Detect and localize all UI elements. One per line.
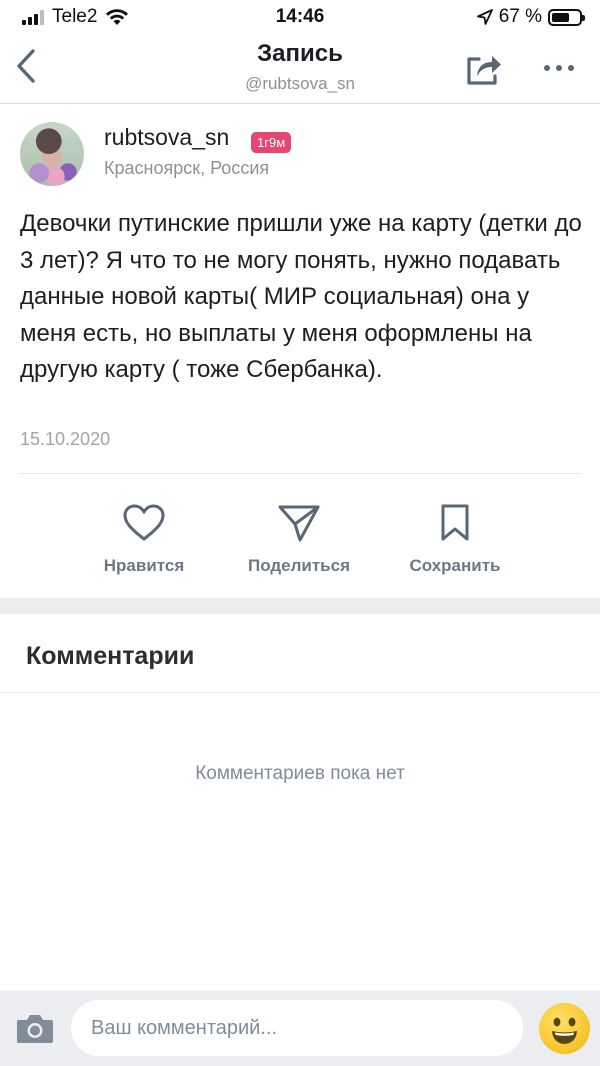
camera-icon [17,1015,53,1043]
section-separator [0,598,600,614]
dot-icon [568,65,574,71]
author-location: Красноярск, Россия [104,158,270,178]
time-badge: 1г9м [251,132,292,153]
save-label: Сохранить [409,556,501,575]
camera-button[interactable] [15,1011,55,1047]
status-right: 67 % [476,6,585,28]
comment-composer [0,991,600,1066]
avatar[interactable] [20,122,84,186]
page-title: Запись [257,40,343,67]
comments-title: Комментарии [26,642,195,670]
author-name[interactable]: rubtsova_sn [104,124,229,151]
share-post-button[interactable]: Поделиться [229,500,369,586]
comment-input[interactable] [71,1000,523,1056]
nav-bar: Запись @rubtsova_sn [0,34,600,104]
battery-icon [548,8,585,26]
share-arrow-icon [467,56,501,85]
like-label: Нравится [103,556,185,575]
divider [0,692,600,693]
location-arrow-icon [476,9,493,25]
dot-icon [556,65,562,71]
divider [20,473,580,474]
post-date: 15.10.2020 [20,429,111,449]
share-label: Поделиться [247,556,351,575]
share-button[interactable] [462,48,506,88]
bookmark-icon [432,500,478,546]
post-text: Девочки путинские пришли уже на карту (д… [20,210,582,383]
smiley-face-icon [552,1017,577,1044]
heart-icon [121,500,167,546]
page-subtitle: @rubtsova_sn [245,74,355,93]
like-button[interactable]: Нравится [74,500,214,586]
more-button[interactable] [536,52,582,84]
empty-comments-text: Комментариев пока нет [195,763,405,784]
battery-fill [552,12,570,22]
emoji-button[interactable] [539,1003,590,1054]
status-bar: Tele2 14:46 67 % [0,0,600,34]
battery-percent: 67 % [498,6,542,27]
dot-icon [544,65,550,71]
save-button[interactable]: Сохранить [385,500,525,586]
paper-plane-icon [276,500,322,546]
